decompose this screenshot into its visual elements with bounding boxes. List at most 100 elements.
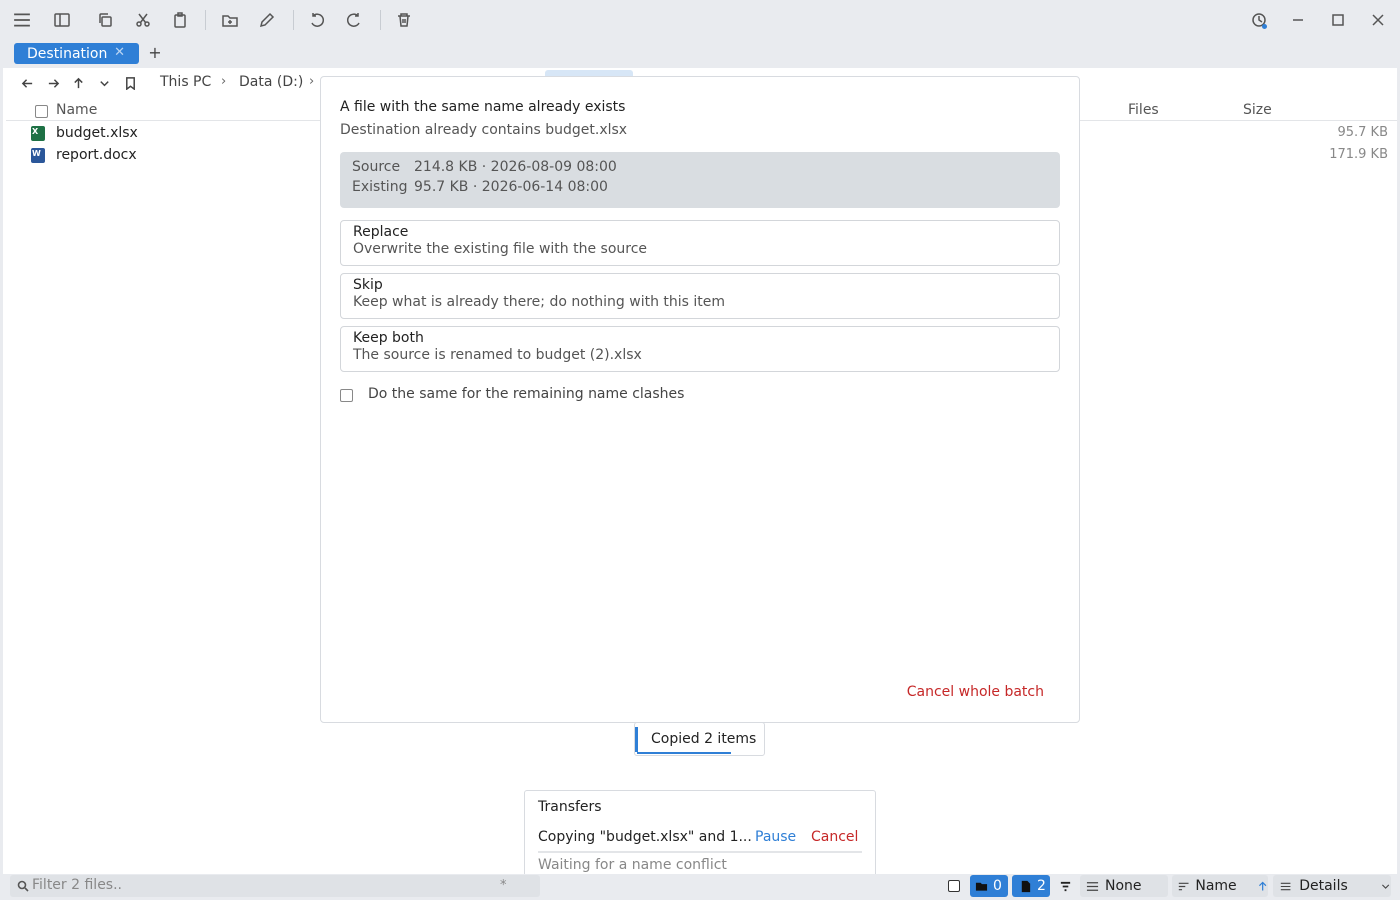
replace-option[interactable]: Replace Overwrite the existing file with… xyxy=(340,220,1060,266)
filter-placeholder: Filter 2 files.. xyxy=(32,877,122,893)
breadcrumb-this-pc[interactable]: This PC xyxy=(160,74,211,90)
filter-input[interactable]: Filter 2 files.. * xyxy=(10,875,540,897)
forward-icon[interactable] xyxy=(44,74,62,92)
redo-icon[interactable] xyxy=(341,8,367,32)
folder-icon xyxy=(975,882,988,891)
file-size: 95.7 KB xyxy=(1337,125,1388,140)
word-file-icon: W xyxy=(31,147,45,163)
close-icon[interactable] xyxy=(1365,8,1391,32)
column-header-name[interactable]: Name xyxy=(56,102,97,120)
new-folder-icon[interactable] xyxy=(217,8,243,32)
folders-count-badge[interactable]: 0 xyxy=(970,875,1008,897)
column-header-files[interactable]: Files xyxy=(1128,102,1159,120)
delete-icon[interactable] xyxy=(391,8,417,32)
select-all-checkbox[interactable] xyxy=(35,105,48,118)
files-count: 2 xyxy=(1037,878,1046,894)
toolbar-divider xyxy=(380,10,381,30)
new-tab-button[interactable]: + xyxy=(147,43,163,63)
option-description: Overwrite the existing file with the sou… xyxy=(353,241,648,257)
breadcrumb-data-drive[interactable]: Data (D:) xyxy=(239,74,303,90)
view-mode-dropdown[interactable]: Details xyxy=(1273,875,1391,897)
source-value: 214.8 KB · 2026-08-09 08:00 xyxy=(414,159,617,175)
file-row[interactable]: W report.docx xyxy=(31,145,137,165)
copy-icon[interactable] xyxy=(92,8,118,32)
maximize-icon[interactable] xyxy=(1325,8,1351,32)
option-description: The source is renamed to budget (2).xlsx xyxy=(353,347,642,363)
up-icon[interactable] xyxy=(69,74,87,92)
view-mode-value: Details xyxy=(1299,878,1348,894)
option-title: Skip xyxy=(353,277,383,293)
group-by-value: None xyxy=(1105,878,1142,894)
paste-icon[interactable] xyxy=(167,8,193,32)
details-view-icon xyxy=(1280,882,1291,890)
group-by-dropdown[interactable]: None xyxy=(1080,875,1168,897)
rename-icon[interactable] xyxy=(254,8,280,32)
history-icon[interactable] xyxy=(1246,8,1272,32)
skip-option[interactable]: Skip Keep what is already there; do noth… xyxy=(340,273,1060,319)
tab-close-icon[interactable]: ✕ xyxy=(114,45,125,60)
sidebar-toggle-icon[interactable] xyxy=(49,8,75,32)
toolbar xyxy=(0,0,1400,40)
status-bar: Filter 2 files.. * 0 2 None Name Details xyxy=(0,874,1400,900)
checkbox-toggle-icon xyxy=(948,880,960,892)
file-row[interactable]: X budget.xlsx xyxy=(31,123,138,143)
filter-wildcard[interactable]: * xyxy=(500,878,507,893)
dialog-subtitle: Destination already contains budget.xlsx xyxy=(340,122,628,138)
bookmark-icon[interactable] xyxy=(121,74,139,92)
file-comparison: Source 214.8 KB · 2026-08-09 08:00 Existi… xyxy=(340,152,1060,208)
sort-by-value: Name xyxy=(1195,878,1237,894)
history-dropdown-icon[interactable] xyxy=(95,74,113,92)
search-icon xyxy=(17,880,29,892)
breadcrumb-separator: › xyxy=(221,74,227,89)
option-title: Keep both xyxy=(353,330,424,346)
folders-count: 0 xyxy=(993,878,1002,894)
sort-ascending-icon[interactable] xyxy=(1257,880,1268,893)
toast-message: Copied 2 items xyxy=(651,731,757,747)
sort-icon xyxy=(1178,882,1189,890)
cancel-batch-button[interactable]: Cancel whole batch xyxy=(907,684,1044,700)
apply-to-all-checkbox[interactable] xyxy=(340,388,353,402)
tab-destination[interactable]: Destination ✕ xyxy=(14,43,139,64)
toolbar-divider xyxy=(293,10,294,30)
file-icon xyxy=(1021,880,1031,892)
file-name: budget.xlsx xyxy=(56,125,138,141)
transfer-progress-track xyxy=(538,851,862,853)
breadcrumb-separator: › xyxy=(309,74,315,89)
copy-toast: Copied 2 items xyxy=(634,722,765,756)
files-count-badge[interactable]: 2 xyxy=(1012,875,1050,897)
sort-by-dropdown[interactable]: Name xyxy=(1172,875,1268,897)
transfer-job: Copying "budget.xlsx" and 1... xyxy=(538,829,752,845)
option-description: Keep what is already there; do nothing w… xyxy=(353,294,726,310)
file-size: 171.9 KB xyxy=(1329,147,1388,162)
select-checkbox[interactable] xyxy=(948,875,962,897)
apply-to-all-row: Do the same for the remaining name clash… xyxy=(340,386,684,404)
transfers-panel: Transfers Copying "budget.xlsx" and 1...… xyxy=(524,790,876,886)
back-icon[interactable] xyxy=(18,74,36,92)
toast-progress xyxy=(637,752,731,754)
existing-value: 95.7 KB · 2026-06-14 08:00 xyxy=(414,179,608,195)
undo-icon[interactable] xyxy=(304,8,330,32)
toast-accent xyxy=(635,727,638,752)
chevron-down-icon xyxy=(1381,884,1389,889)
cut-icon[interactable] xyxy=(130,8,156,32)
notification-dot xyxy=(1262,24,1267,29)
transfer-status: Waiting for a name conflict xyxy=(538,857,727,873)
tab-bar: Destination ✕ + xyxy=(0,40,1400,68)
keep-both-option[interactable]: Keep both The source is renamed to budge… xyxy=(340,326,1060,372)
source-info: Source 214.8 KB · 2026-08-09 08:00 xyxy=(352,159,617,175)
pause-button[interactable]: Pause xyxy=(755,829,796,845)
source-label: Source xyxy=(352,159,401,175)
dialog-title: A file with the same name already exists xyxy=(340,99,626,115)
excel-file-icon: X xyxy=(31,125,45,141)
minimize-icon[interactable] xyxy=(1285,8,1311,32)
filter-toggle-icon[interactable] xyxy=(1055,875,1075,897)
apply-to-all-label[interactable]: Do the same for the remaining name clash… xyxy=(368,386,684,402)
column-header-size[interactable]: Size xyxy=(1243,102,1272,120)
file-name: report.docx xyxy=(56,147,137,163)
tab-label: Destination xyxy=(27,45,108,62)
existing-label: Existing xyxy=(352,179,408,195)
menu-icon[interactable] xyxy=(9,8,35,32)
cancel-transfer-button[interactable]: Cancel xyxy=(811,829,858,845)
toolbar-divider xyxy=(205,10,206,30)
transfers-title: Transfers xyxy=(538,799,602,815)
